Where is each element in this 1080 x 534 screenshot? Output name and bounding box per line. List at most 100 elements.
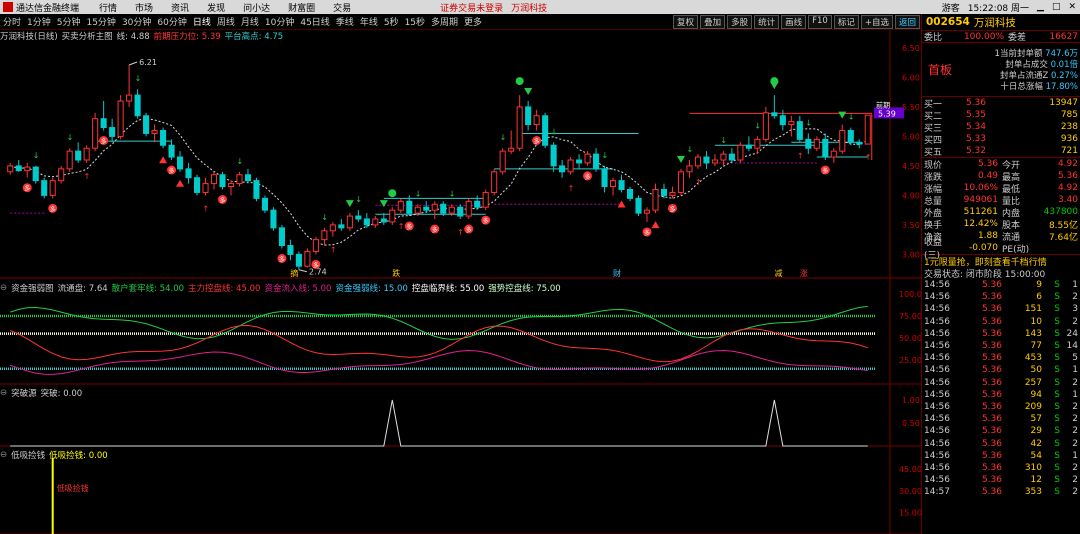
candle[interactable] bbox=[134, 89, 141, 119]
candle[interactable] bbox=[771, 95, 778, 119]
candle[interactable] bbox=[58, 165, 65, 184]
candle[interactable] bbox=[601, 165, 608, 193]
candle[interactable] bbox=[219, 171, 226, 190]
candle[interactable] bbox=[754, 136, 761, 155]
candle[interactable] bbox=[160, 127, 167, 149]
candle[interactable] bbox=[380, 213, 387, 225]
candle[interactable] bbox=[737, 142, 744, 163]
candle[interactable] bbox=[864, 114, 871, 145]
candle[interactable] bbox=[202, 177, 209, 196]
candle[interactable] bbox=[346, 213, 353, 231]
candle[interactable] bbox=[177, 151, 184, 172]
buy-level-1[interactable]: 买一 5.36 13947 bbox=[922, 97, 1080, 110]
candle[interactable] bbox=[550, 142, 557, 172]
buy-level-3[interactable]: 买三 5.34 238 bbox=[922, 121, 1080, 134]
candle[interactable] bbox=[304, 248, 311, 268]
candle[interactable] bbox=[542, 112, 549, 149]
candle[interactable] bbox=[610, 177, 617, 196]
candle[interactable] bbox=[720, 151, 727, 166]
candle[interactable] bbox=[321, 227, 328, 246]
candle[interactable] bbox=[839, 124, 846, 155]
candle[interactable] bbox=[805, 133, 812, 155]
candle[interactable] bbox=[728, 148, 735, 163]
candle[interactable] bbox=[652, 183, 659, 214]
candle[interactable] bbox=[686, 160, 693, 178]
candle[interactable] bbox=[796, 115, 803, 143]
ind2-collapse-icon[interactable]: ⊖ bbox=[0, 388, 7, 398]
candle[interactable] bbox=[830, 148, 837, 163]
candle[interactable] bbox=[856, 139, 863, 149]
close-icon[interactable]: ✕ bbox=[1068, 2, 1076, 12]
candle[interactable] bbox=[185, 162, 192, 184]
candle[interactable] bbox=[372, 216, 379, 228]
candle[interactable] bbox=[210, 171, 218, 190]
ind2-name[interactable]: 突破源 bbox=[11, 387, 37, 399]
candle[interactable] bbox=[244, 168, 252, 184]
candle[interactable] bbox=[822, 133, 829, 160]
event-label-3[interactable]: 减 bbox=[774, 268, 782, 278]
candle[interactable] bbox=[567, 157, 574, 175]
maximize-icon[interactable]: □ bbox=[1052, 2, 1061, 12]
candle[interactable] bbox=[253, 177, 260, 202]
candle[interactable] bbox=[457, 204, 464, 219]
candle[interactable] bbox=[236, 171, 243, 187]
candle[interactable] bbox=[626, 186, 634, 202]
candle[interactable] bbox=[389, 207, 396, 225]
event-label-0[interactable]: 摘 bbox=[290, 268, 298, 278]
candle[interactable] bbox=[474, 195, 481, 211]
candle[interactable] bbox=[329, 221, 336, 237]
candle[interactable] bbox=[711, 154, 718, 166]
candle[interactable] bbox=[847, 127, 854, 146]
candle[interactable] bbox=[516, 95, 523, 152]
candle[interactable] bbox=[465, 198, 472, 219]
candle[interactable] bbox=[261, 195, 268, 214]
candle[interactable] bbox=[295, 251, 302, 270]
buy-level-2[interactable]: 买二 5.35 785 bbox=[922, 109, 1080, 122]
candle[interactable] bbox=[423, 201, 430, 214]
candle[interactable] bbox=[355, 210, 362, 222]
candle[interactable] bbox=[49, 177, 56, 199]
buy-level-4[interactable]: 买四 5.33 936 bbox=[922, 133, 1080, 146]
event-label-4[interactable]: 涨 bbox=[800, 268, 808, 278]
candle[interactable] bbox=[151, 124, 158, 143]
ind1-name[interactable]: 资金强弱图 bbox=[11, 282, 54, 294]
candle[interactable] bbox=[703, 151, 710, 169]
candle[interactable] bbox=[576, 154, 583, 169]
candle[interactable] bbox=[669, 186, 676, 199]
candle[interactable] bbox=[338, 219, 345, 231]
candle[interactable] bbox=[41, 177, 48, 199]
event-label-1[interactable]: 跌 bbox=[392, 268, 400, 278]
candle[interactable] bbox=[312, 236, 319, 255]
candle[interactable] bbox=[397, 198, 404, 214]
candle[interactable] bbox=[559, 160, 566, 178]
kline-chart[interactable]: 6.506.005.505.004.504.003.503.006.212.74… bbox=[0, 0, 921, 534]
candle[interactable] bbox=[431, 201, 438, 219]
candle[interactable] bbox=[491, 168, 498, 196]
candle[interactable] bbox=[227, 180, 235, 196]
candle[interactable] bbox=[193, 174, 201, 196]
candle[interactable] bbox=[66, 148, 73, 172]
candle[interactable] bbox=[745, 136, 752, 152]
candle[interactable] bbox=[83, 145, 90, 163]
candle[interactable] bbox=[109, 118, 116, 143]
ind3-name[interactable]: 低吸捡钱 bbox=[11, 449, 45, 461]
promo-banner[interactable]: 1元限量抢，即刻查看千档行情 bbox=[922, 255, 1080, 268]
candle[interactable] bbox=[117, 95, 124, 140]
candle[interactable] bbox=[499, 148, 506, 175]
candle[interactable] bbox=[278, 224, 285, 249]
minimize-icon[interactable]: ▁ bbox=[1037, 2, 1044, 12]
candle[interactable] bbox=[287, 239, 294, 261]
candle[interactable] bbox=[762, 106, 769, 143]
candle[interactable] bbox=[813, 136, 820, 152]
candle[interactable] bbox=[15, 160, 22, 172]
candle[interactable] bbox=[7, 162, 14, 175]
candle[interactable] bbox=[525, 101, 532, 131]
candle[interactable] bbox=[24, 162, 31, 178]
candle[interactable] bbox=[92, 112, 99, 152]
candle[interactable] bbox=[508, 130, 515, 155]
candle[interactable] bbox=[593, 148, 600, 172]
event-label-2[interactable]: 财 bbox=[613, 268, 621, 278]
candle[interactable] bbox=[143, 112, 150, 137]
main-formula-name[interactable]: 买卖分析主图 bbox=[62, 30, 113, 42]
candle[interactable] bbox=[168, 139, 175, 160]
